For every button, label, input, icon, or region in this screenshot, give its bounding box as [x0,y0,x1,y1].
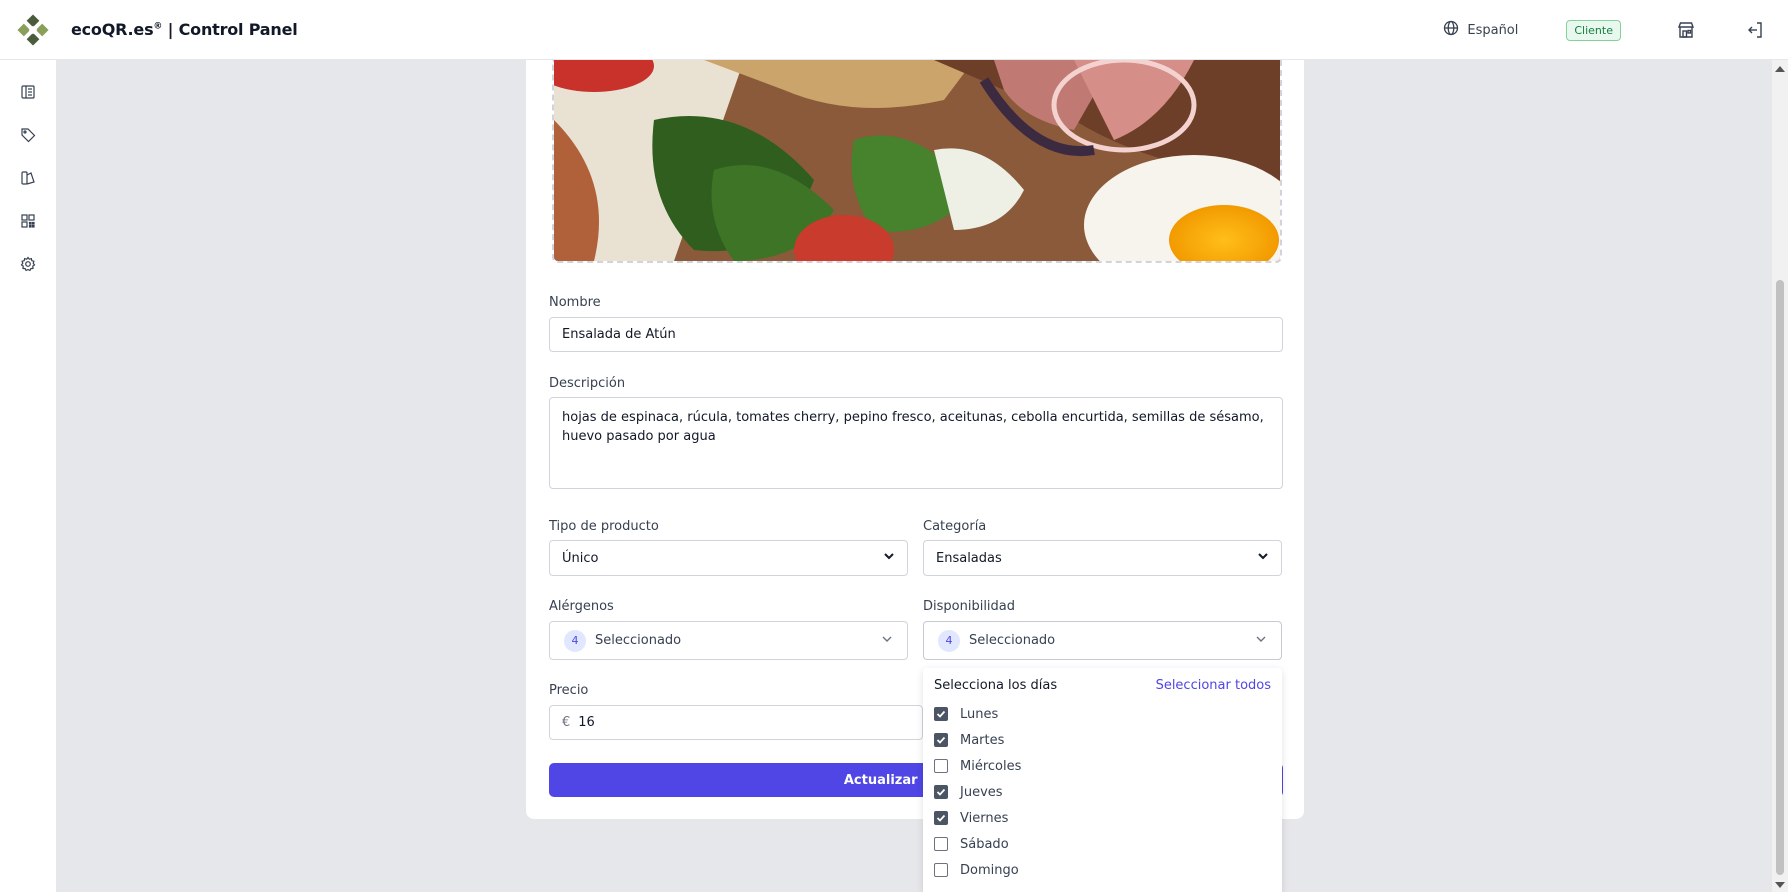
page-scrollbar[interactable] [1772,60,1788,892]
chevron-down-icon [1257,550,1269,566]
day-label: Sábado [960,836,1009,852]
role-badge: Cliente [1566,19,1621,41]
day-label: Lunes [960,706,999,722]
price-value: 16 [578,715,595,730]
day-option[interactable]: Miércoles [934,757,1021,775]
scroll-thumb[interactable] [1776,280,1784,875]
top-bar: ecoQR.es® | Control Panel Español Client… [0,0,1788,60]
store-icon[interactable] [1675,19,1697,41]
price-label: Precio [549,683,589,698]
days-dropdown-title: Selecciona los días [934,678,1058,693]
price-input[interactable]: € 16 [549,705,923,740]
globe-icon [1443,20,1459,40]
design-icon[interactable] [17,167,39,189]
day-option[interactable]: Martes [934,731,1004,749]
logout-icon[interactable] [1744,19,1766,41]
checkbox-checked-icon[interactable] [934,785,948,799]
description-value: hojas de espinaca, rúcula, tomates cherr… [562,410,1264,444]
category-value: Ensaladas [936,550,1002,566]
day-option[interactable]: Sábado [934,835,1009,853]
checkbox-checked-icon[interactable] [934,707,948,721]
checkbox-unchecked-icon[interactable] [934,759,948,773]
day-label: Martes [960,732,1005,748]
product-type-label: Tipo de producto [549,519,659,534]
allergens-value: Seleccionado [595,633,682,648]
language-selector[interactable]: Español [1443,20,1518,40]
scroll-down-arrow[interactable] [1775,882,1785,888]
category-select[interactable]: Ensaladas [923,540,1282,576]
product-type-value: Único [562,550,599,566]
app-title: ecoQR.es® | Control Panel [71,20,298,39]
qr-code-icon[interactable] [17,210,39,232]
day-label: Jueves [960,784,1003,800]
availability-count-badge: 4 [938,629,960,652]
ecoqr-logo[interactable] [13,10,53,50]
sidebar [0,60,57,892]
chevron-down-icon [881,633,893,649]
gear-icon[interactable] [17,253,39,275]
checkbox-checked-icon[interactable] [934,811,948,825]
availability-value: Seleccionado [969,633,1056,648]
checkbox-unchecked-icon[interactable] [934,863,948,877]
currency-symbol: € [562,715,571,730]
day-label: Domingo [960,862,1019,878]
allergens-multiselect[interactable]: 4 Seleccionado [549,621,908,660]
availability-label: Disponibilidad [923,599,1016,614]
allergens-label: Alérgenos [549,599,614,614]
day-option[interactable]: Viernes [934,809,1008,827]
day-label: Miércoles [960,758,1022,774]
description-label: Descripción [549,376,626,391]
name-label: Nombre [549,295,601,310]
menu-book-icon[interactable] [17,81,39,103]
product-type-select[interactable]: Único [549,540,908,576]
language-label: Español [1467,22,1519,38]
name-input[interactable]: Ensalada de Atún [549,317,1283,352]
category-label: Categoría [923,519,987,534]
day-option[interactable]: Lunes [934,705,998,723]
day-option[interactable]: Jueves [934,783,1003,801]
description-textarea[interactable]: hojas de espinaca, rúcula, tomates cherr… [549,397,1283,489]
day-option[interactable]: Domingo [934,861,1019,879]
days-dropdown: Selecciona los días Seleccionar todos Lu… [923,668,1282,892]
scroll-up-arrow[interactable] [1775,66,1785,72]
checkbox-unchecked-icon[interactable] [934,837,948,851]
allergens-count-badge: 4 [564,629,586,652]
chevron-down-icon [883,550,895,566]
select-all-link[interactable]: Seleccionar todos [1156,678,1271,693]
product-image[interactable] [552,60,1282,263]
tag-icon[interactable] [17,124,39,146]
name-value: Ensalada de Atún [562,327,676,342]
checkbox-checked-icon[interactable] [934,733,948,747]
chevron-down-icon [1255,633,1267,649]
day-label: Viernes [960,810,1009,826]
availability-multiselect[interactable]: 4 Seleccionado [923,621,1282,660]
